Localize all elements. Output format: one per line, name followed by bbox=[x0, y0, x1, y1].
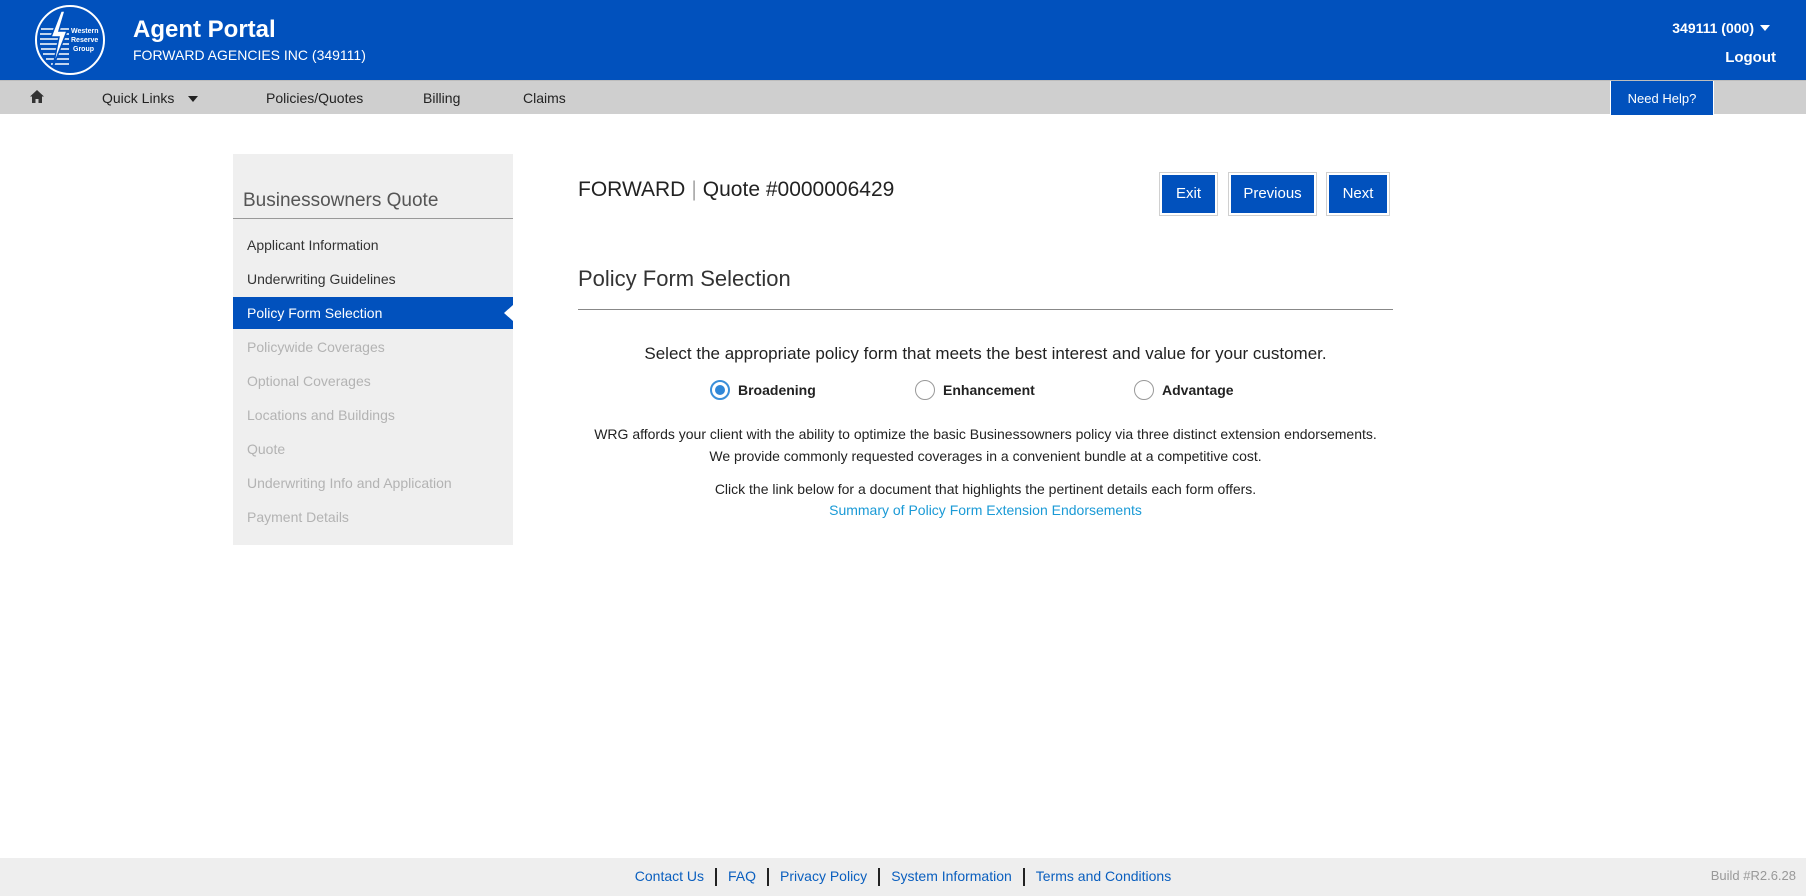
svg-text:Western: Western bbox=[71, 28, 99, 35]
account-label: 349111 (000) bbox=[1672, 20, 1754, 36]
next-button[interactable]: Next bbox=[1329, 175, 1387, 213]
quote-steps-sidebar: Businessowners Quote Applicant Informati… bbox=[233, 154, 513, 545]
sidebar-item-locations-and-buildings: Locations and Buildings bbox=[247, 407, 395, 423]
separator: | bbox=[691, 178, 697, 201]
footer-links: Contact Us FAQ Privacy Policy System Inform… bbox=[0, 868, 1806, 887]
footer-contact-us-link[interactable]: Contact Us bbox=[624, 868, 715, 884]
sidebar-item-applicant-information[interactable]: Applicant Information bbox=[233, 229, 513, 261]
nav-quick-links-label: Quick Links bbox=[102, 90, 175, 106]
need-help-button[interactable]: Need Help? bbox=[1610, 81, 1714, 116]
sidebar-item-policywide-coverages: Policywide Coverages bbox=[247, 339, 385, 355]
home-icon[interactable] bbox=[29, 89, 47, 105]
main-nav: Quick Links Policies/Quotes Billing Clai… bbox=[0, 80, 1806, 116]
nav-policies-quotes[interactable]: Policies/Quotes bbox=[266, 90, 363, 106]
description-line-2: We provide commonly requested coverages … bbox=[709, 448, 1262, 464]
footer-privacy-policy-link[interactable]: Privacy Policy bbox=[769, 868, 878, 884]
app-header: Western Reserve Group Agent Portal FORWA… bbox=[0, 0, 1806, 80]
description-line-3: Click the link below for a document that… bbox=[714, 481, 1257, 497]
description-line-1: WRG affords your client with the ability… bbox=[594, 426, 1377, 442]
summary-document-link[interactable]: Summary of Policy Form Extension Endorse… bbox=[829, 502, 1142, 518]
radio-label: Advantage bbox=[1162, 382, 1234, 398]
page-footer: Contact Us FAQ Privacy Policy System Inform… bbox=[0, 858, 1806, 896]
client-name: FORWARD bbox=[578, 178, 686, 201]
sidebar-title: Businessowners Quote bbox=[243, 190, 439, 211]
sidebar-item-underwriting-guidelines[interactable]: Underwriting Guidelines bbox=[233, 263, 513, 295]
western-reserve-group-logo[interactable]: Western Reserve Group bbox=[35, 5, 105, 75]
radio-unchecked-icon bbox=[915, 380, 935, 400]
footer-faq-link[interactable]: FAQ bbox=[717, 868, 767, 884]
nav-billing[interactable]: Billing bbox=[423, 90, 460, 106]
svg-text:Reserve: Reserve bbox=[71, 37, 98, 44]
divider bbox=[233, 218, 513, 219]
build-version: Build #R2.6.28 bbox=[1710, 868, 1796, 883]
radio-label: Enhancement bbox=[943, 382, 1035, 398]
chevron-down-icon bbox=[1760, 25, 1770, 31]
chevron-down-icon bbox=[188, 96, 199, 103]
logout-link[interactable]: Logout bbox=[1725, 49, 1776, 66]
footer-system-information-link[interactable]: System Information bbox=[880, 868, 1023, 884]
radio-advantage[interactable]: Advantage bbox=[1134, 380, 1234, 400]
summary-link-row: Summary of Policy Form Extension Endorse… bbox=[578, 502, 1393, 518]
sidebar-item-optional-coverages: Optional Coverages bbox=[247, 373, 371, 389]
footer-terms-link[interactable]: Terms and Conditions bbox=[1025, 868, 1182, 884]
quote-number: Quote #0000006429 bbox=[702, 178, 895, 201]
sidebar-item-payment-details: Payment Details bbox=[247, 509, 349, 525]
divider bbox=[578, 309, 1393, 310]
exit-button[interactable]: Exit bbox=[1162, 175, 1215, 213]
radio-broadening[interactable]: Broadening bbox=[710, 380, 816, 400]
sidebar-item-quote: Quote bbox=[247, 441, 286, 457]
radio-enhancement[interactable]: Enhancement bbox=[915, 380, 1035, 400]
quote-heading: FORWARD | Quote #0000006429 bbox=[578, 178, 894, 202]
sidebar-item-underwriting-info: Underwriting Info and Application bbox=[247, 475, 452, 491]
sidebar-item-policy-form-selection[interactable]: Policy Form Selection bbox=[233, 297, 513, 329]
account-dropdown[interactable]: 349111 (000) bbox=[1672, 20, 1770, 36]
instruction-text: Select the appropriate policy form that … bbox=[644, 344, 1327, 363]
svg-text:Group: Group bbox=[73, 46, 94, 53]
nav-claims[interactable]: Claims bbox=[523, 90, 566, 106]
previous-button[interactable]: Previous bbox=[1231, 175, 1314, 213]
app-title: Agent Portal bbox=[133, 16, 276, 43]
radio-unchecked-icon bbox=[1134, 380, 1154, 400]
radio-checked-icon bbox=[710, 380, 730, 400]
section-title: Policy Form Selection bbox=[578, 266, 791, 291]
radio-label: Broadening bbox=[738, 382, 816, 398]
agency-name: FORWARD AGENCIES INC (349111) bbox=[133, 47, 366, 63]
nav-quick-links[interactable]: Quick Links bbox=[102, 90, 199, 106]
